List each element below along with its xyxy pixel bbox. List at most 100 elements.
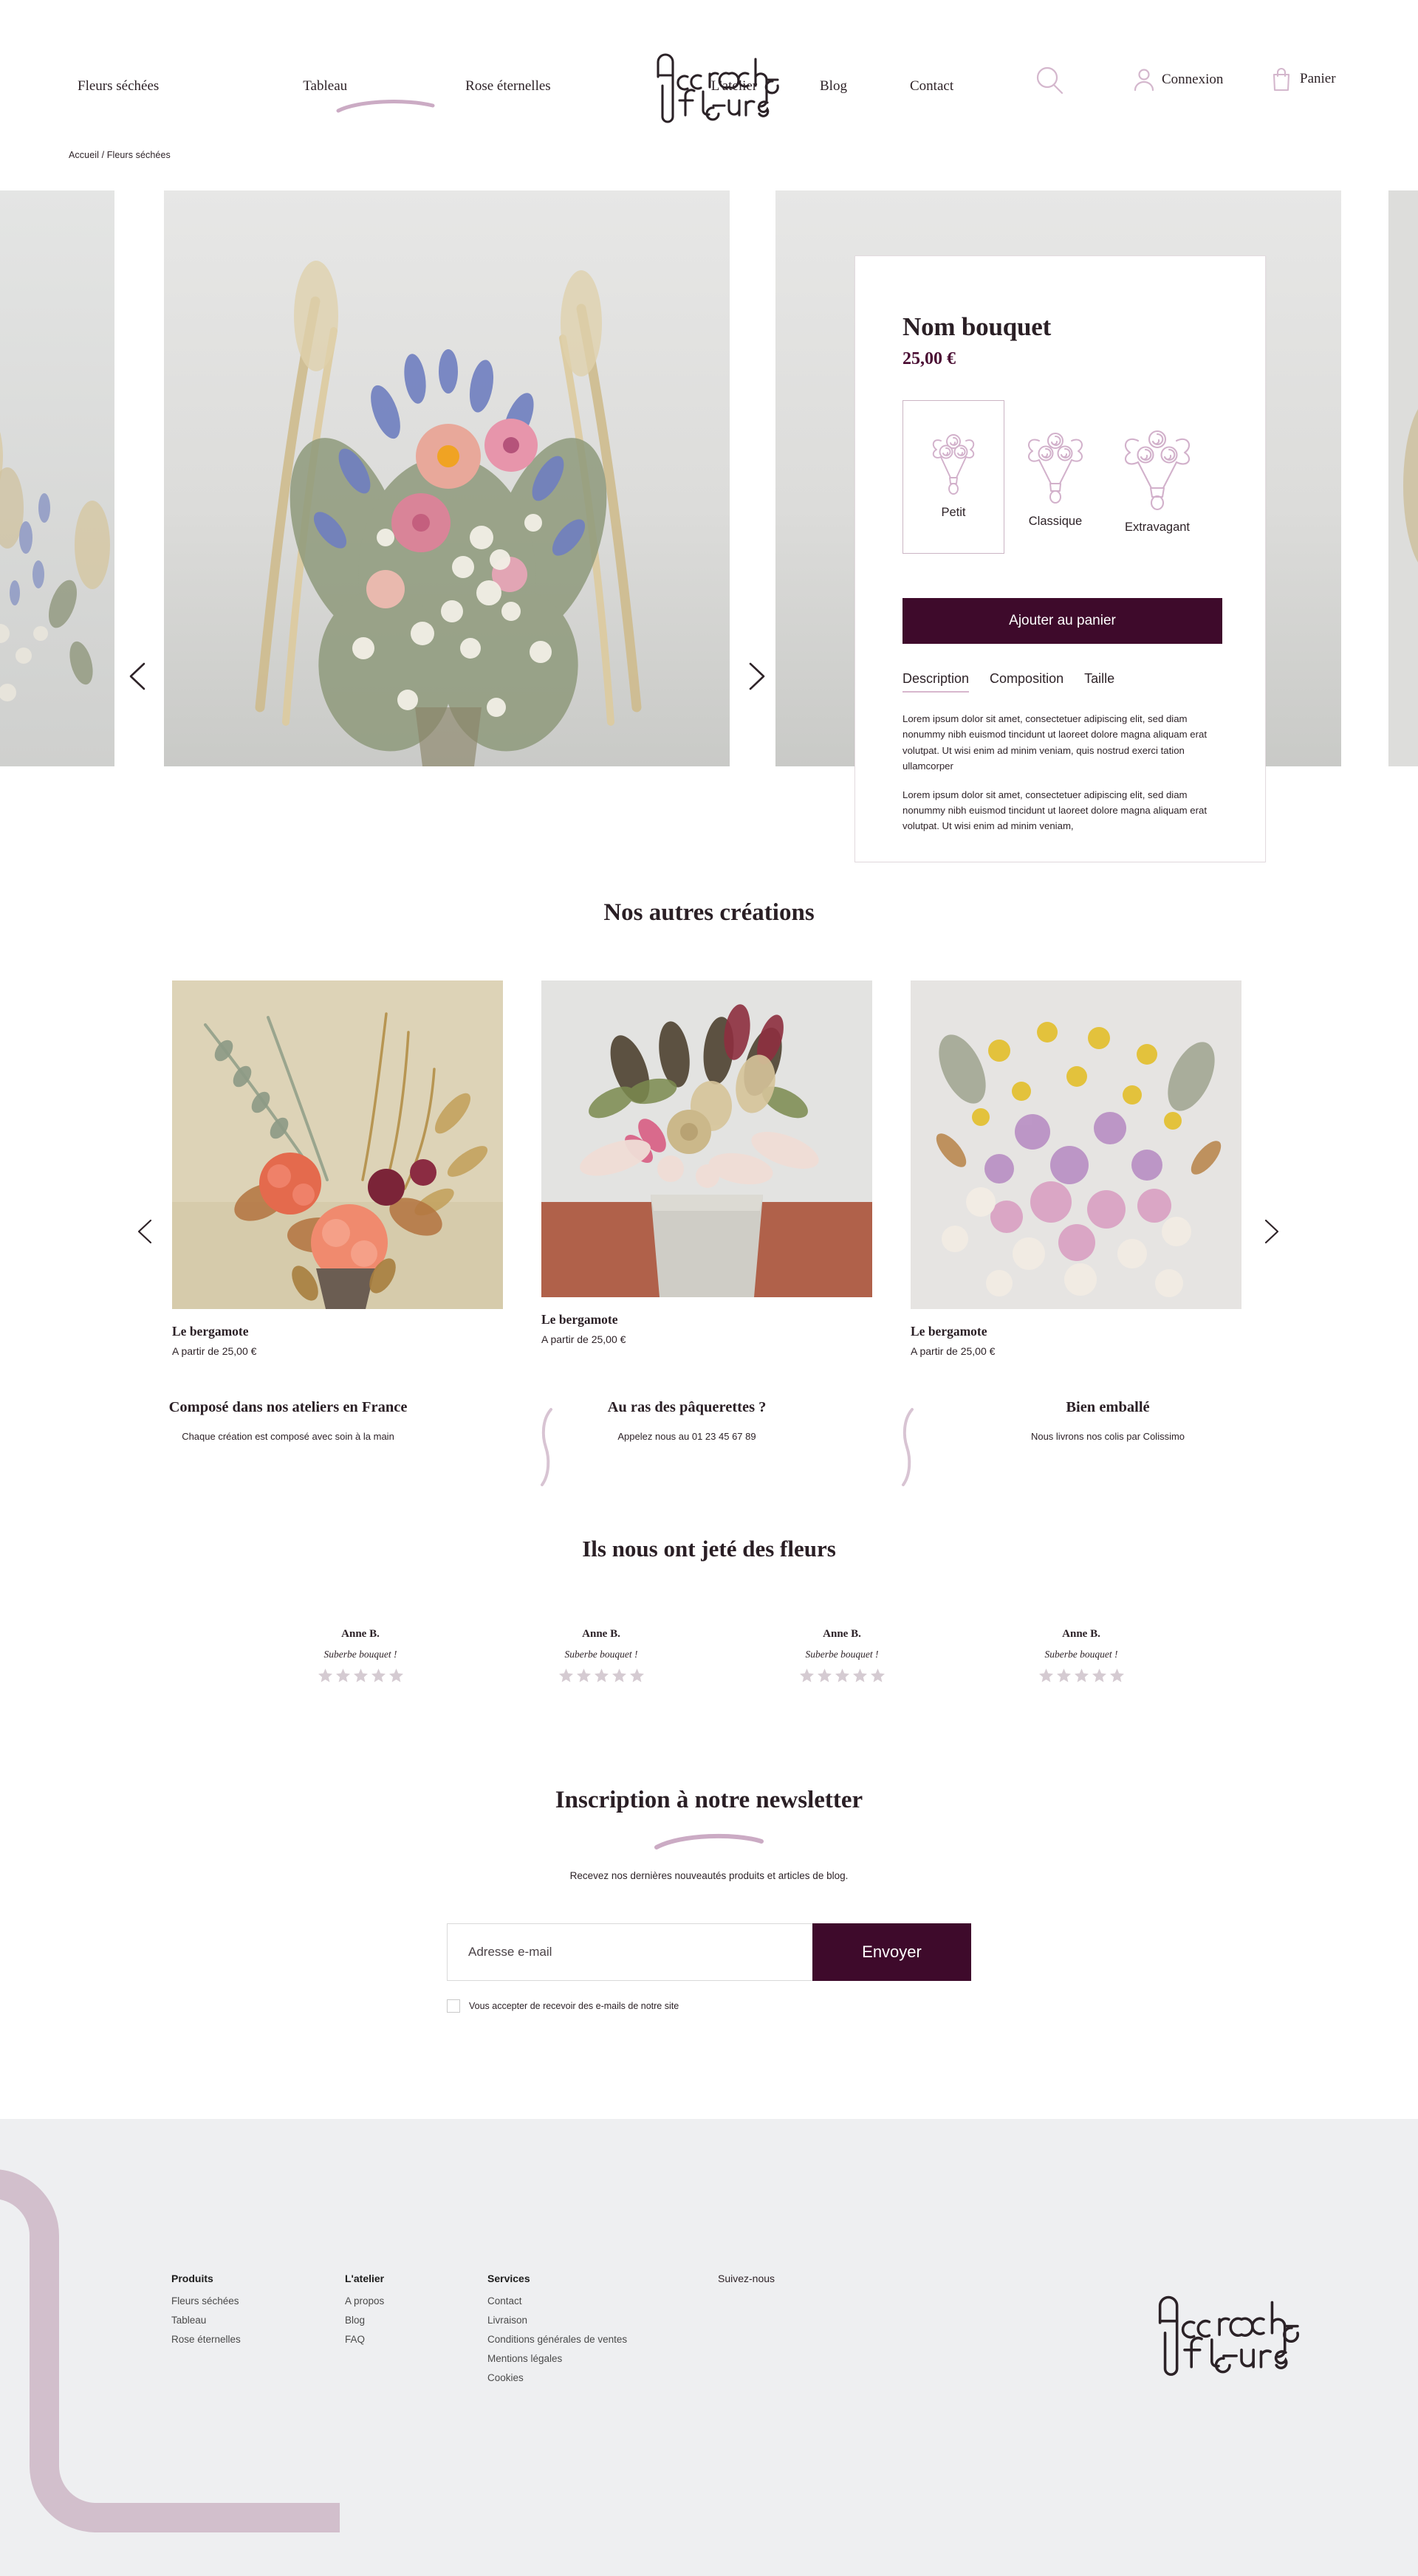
tab-composition[interactable]: Composition bbox=[990, 671, 1064, 693]
star-icon bbox=[1074, 1669, 1089, 1683]
account-login-button[interactable]: Connexion bbox=[1134, 68, 1223, 92]
footer-column-suivez-nous: Suivez-nous bbox=[718, 2273, 775, 2295]
testimonial-author: Anne B. bbox=[1062, 1628, 1100, 1640]
feature-heading: Au ras des pâquerettes ? bbox=[607, 1399, 767, 1415]
testimonial-item: Anne B. Suberbe bouquet ! bbox=[746, 1628, 938, 1683]
footer-link[interactable]: A propos bbox=[345, 2295, 384, 2307]
testimonial-quote: Suberbe bouquet ! bbox=[564, 1649, 638, 1660]
footer-link[interactable]: Cookies bbox=[487, 2372, 627, 2383]
carousel-prev-button[interactable] bbox=[122, 659, 156, 693]
account-label: Connexion bbox=[1162, 72, 1224, 87]
product-name: Le bergamote bbox=[541, 1312, 618, 1327]
star-icon bbox=[1092, 1669, 1106, 1683]
footer-link[interactable]: Contact bbox=[487, 2295, 627, 2307]
feature-item-telephone: Au ras des pâquerettes ? Appelez nous au… bbox=[502, 1399, 871, 1442]
bouquet-photo-main bbox=[164, 190, 730, 766]
nav-item-fleurs-sechees[interactable]: Fleurs séchées bbox=[78, 78, 159, 95]
size-selector: Petit Classique Extravagant bbox=[902, 400, 1208, 554]
carousel-next-button[interactable] bbox=[739, 659, 773, 693]
testimonial-item: Anne B. Suberbe bouquet ! bbox=[505, 1628, 697, 1683]
footer-brand-logo[interactable] bbox=[1134, 2256, 1304, 2407]
section-title-testimonials: Ils nous ont jeté des fleurs bbox=[582, 1536, 836, 1562]
star-icon bbox=[799, 1669, 814, 1683]
star-icon bbox=[1038, 1669, 1053, 1683]
shopping-bag-icon bbox=[1273, 68, 1290, 92]
breadcrumb[interactable]: Accueil / Fleurs séchées bbox=[69, 150, 171, 160]
newsletter-underline-icon bbox=[654, 1833, 764, 1849]
product-card[interactable]: Le bergamote A partir de 25,00 € bbox=[911, 980, 1241, 1357]
cart-button[interactable]: Panier bbox=[1270, 66, 1336, 92]
carousel-slide-prev[interactable] bbox=[0, 190, 114, 766]
site-footer: Produits Fleurs séchées Tableau Rose éte… bbox=[0, 2119, 1418, 2576]
testimonial-author: Anne B. bbox=[823, 1628, 861, 1640]
newsletter-email-input[interactable] bbox=[447, 1923, 812, 1981]
feature-item-livraison: Bien emballé Nous livrons nos colis par … bbox=[879, 1399, 1337, 1442]
star-icon bbox=[353, 1669, 368, 1683]
star-icon bbox=[594, 1669, 609, 1683]
testimonial-quote: Suberbe bouquet ! bbox=[323, 1649, 397, 1660]
nav-item-tableau[interactable]: Tableau bbox=[303, 78, 347, 95]
size-option-extravagant[interactable]: Extravagant bbox=[1106, 400, 1208, 554]
creations-prev-button[interactable] bbox=[131, 1217, 161, 1246]
footer-link[interactable]: Fleurs séchées bbox=[171, 2295, 241, 2307]
footer-link[interactable]: FAQ bbox=[345, 2334, 384, 2345]
footer-column-produits: Produits Fleurs séchées Tableau Rose éte… bbox=[171, 2273, 241, 2353]
footer-link[interactable]: Mentions légales bbox=[487, 2353, 627, 2364]
footer-column-latelier: L'atelier A propos Blog FAQ bbox=[345, 2273, 384, 2353]
accroche-fleurs-logo-icon bbox=[1158, 2295, 1300, 2376]
add-to-cart-button[interactable]: Ajouter au panier bbox=[902, 598, 1222, 644]
product-price: 25,00 € bbox=[902, 349, 956, 368]
bouquet-photo-edge bbox=[1388, 190, 1418, 766]
product-title: Nom bouquet bbox=[902, 312, 1052, 341]
footer-link[interactable]: Rose éternelles bbox=[171, 2334, 241, 2345]
nav-item-contact[interactable]: Contact bbox=[910, 78, 953, 95]
chevron-right-icon bbox=[749, 662, 765, 690]
product-price: A partir de 25,00 € bbox=[541, 1333, 626, 1345]
footer-link[interactable]: Livraison bbox=[487, 2315, 627, 2326]
brand-logo[interactable] bbox=[635, 43, 783, 126]
star-icon bbox=[335, 1669, 350, 1683]
product-card[interactable]: Le bergamote A partir de 25,00 € bbox=[541, 980, 872, 1345]
carousel-slide-active[interactable] bbox=[164, 190, 730, 766]
product-detail-card: Nom bouquet 25,00 € Petit Classique Extr… bbox=[854, 255, 1266, 862]
carousel-slide-far-next[interactable] bbox=[1388, 190, 1418, 766]
footer-link[interactable]: Blog bbox=[345, 2315, 384, 2326]
star-icon bbox=[318, 1669, 332, 1683]
product-thumbnail bbox=[911, 980, 1241, 1309]
tab-taille[interactable]: Taille bbox=[1084, 671, 1114, 693]
bouquet-medium-icon bbox=[1028, 433, 1083, 504]
star-icon bbox=[371, 1669, 386, 1683]
product-tabs: Description Composition Taille bbox=[902, 671, 1114, 693]
testimonial-quote: Suberbe bouquet ! bbox=[805, 1649, 879, 1660]
footer-link[interactable]: Conditions générales de ventes bbox=[487, 2334, 627, 2345]
footer-column-heading: L'atelier bbox=[345, 2273, 385, 2284]
bouquet-thumb-2 bbox=[541, 980, 872, 1297]
rating-stars bbox=[746, 1668, 938, 1683]
footer-decorative-curve-icon bbox=[0, 2169, 340, 2533]
active-nav-underline-icon bbox=[336, 100, 435, 113]
size-option-classique[interactable]: Classique bbox=[1004, 400, 1106, 554]
nav-item-blog[interactable]: Blog bbox=[820, 78, 847, 95]
footer-link[interactable]: Tableau bbox=[171, 2315, 241, 2326]
consent-label: Vous accepter de recevoir des e-mails de… bbox=[469, 2001, 679, 2011]
accroche-fleurs-logo-icon bbox=[657, 53, 779, 123]
creations-next-button[interactable] bbox=[1256, 1217, 1285, 1246]
search-button[interactable] bbox=[1034, 65, 1065, 96]
tab-description[interactable]: Description bbox=[902, 671, 970, 693]
size-label: Petit bbox=[941, 506, 966, 519]
primary-nav-left: Fleurs séchées Tableau Rose éternelles L… bbox=[0, 78, 757, 95]
nav-item-rose-eternelles[interactable]: Rose éternelles bbox=[465, 78, 551, 95]
newsletter-consent[interactable]: Vous accepter de recevoir des e-mails de… bbox=[447, 1999, 679, 2013]
features-section: Composé dans nos ateliers en France Chaq… bbox=[0, 1399, 1418, 1495]
cart-label: Panier bbox=[1300, 71, 1336, 86]
newsletter-submit-button[interactable]: Envoyer bbox=[812, 1923, 971, 1981]
feature-heading: Composé dans nos ateliers en France bbox=[168, 1399, 408, 1415]
chevron-right-icon bbox=[1264, 1219, 1279, 1244]
bouquet-photo bbox=[0, 190, 114, 766]
product-card[interactable]: Le bergamote A partir de 25,00 € bbox=[172, 980, 503, 1357]
chevron-left-icon bbox=[129, 662, 145, 690]
size-option-petit[interactable]: Petit bbox=[902, 400, 1004, 554]
star-icon bbox=[852, 1669, 867, 1683]
product-thumbnail bbox=[541, 980, 872, 1297]
consent-checkbox[interactable] bbox=[447, 1999, 460, 2013]
